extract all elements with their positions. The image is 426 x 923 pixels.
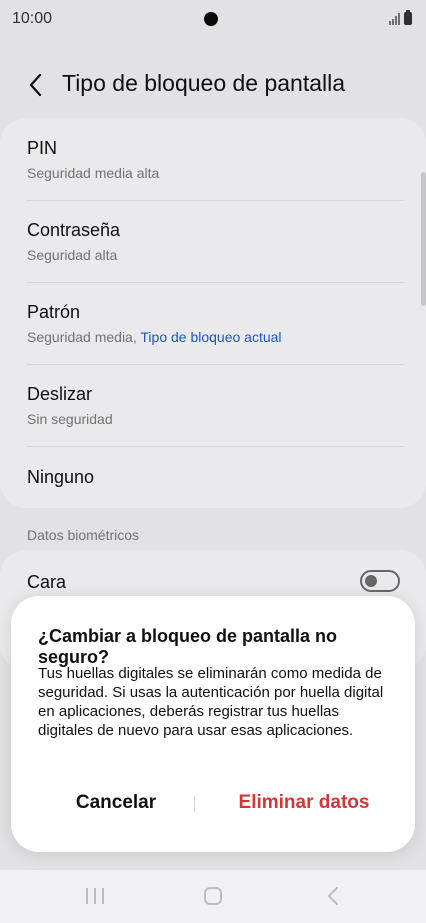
dialog-actions: Cancelar Eliminar datos: [11, 792, 415, 818]
recent-apps-icon[interactable]: [86, 888, 104, 904]
dialog-title: ¿Cambiar a bloqueo de pantalla no seguro…: [38, 626, 338, 667]
cancel-button[interactable]: Cancelar: [11, 792, 221, 814]
home-icon[interactable]: [204, 887, 222, 905]
dialog-message: Tus huellas digitales se eliminarán como…: [38, 665, 384, 739]
delete-data-button[interactable]: Eliminar datos: [199, 792, 409, 814]
confirm-dialog: ¿Cambiar a bloqueo de pantalla no seguro…: [11, 596, 415, 852]
navigation-bar: [0, 870, 426, 923]
back-icon[interactable]: [326, 886, 340, 906]
button-separator: [194, 796, 195, 812]
